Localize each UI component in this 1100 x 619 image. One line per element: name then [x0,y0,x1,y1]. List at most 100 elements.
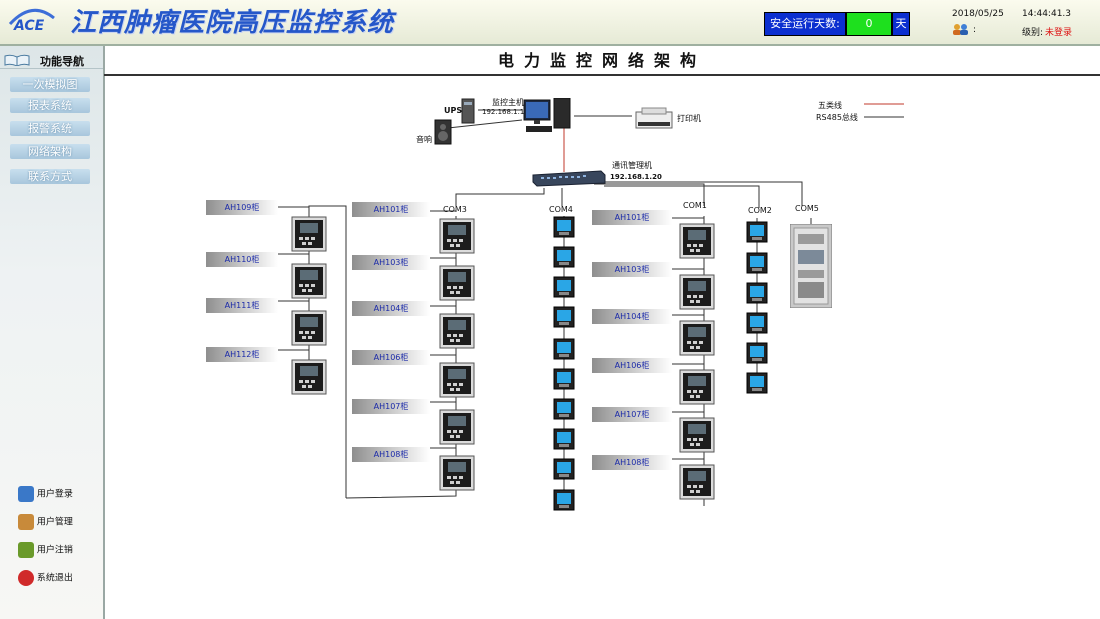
cabinet-label-c: AH107柜 [592,407,672,422]
multifunction-meter [553,489,575,511]
app-title: 江西肿瘤医院高压监控系统 [70,8,395,38]
multifunction-meter [746,342,768,364]
system-exit-label: 系统退出 [36,573,73,584]
cabinet-label-c: AH103柜 [592,262,672,277]
port-com2: COM2 [748,206,772,215]
power-meter [291,359,327,395]
speaker-link [447,119,523,129]
cabinet-label-c: AH104柜 [592,309,672,324]
power-meter [679,464,715,500]
system-exit-link[interactable]: 系统退出 [18,570,73,586]
sidebar-title: 功能导航 [40,55,84,68]
port-com5: COM5 [795,204,819,213]
sidebar-divider [0,68,103,69]
user-name-separator: : [973,25,977,35]
multifunction-meter [553,458,575,480]
safety-days-value: 0 [846,12,892,36]
multifunction-meter [746,312,768,334]
cabinet-icon [790,224,832,308]
user-manage-icon [18,514,34,530]
cabinet-label-b: AH106柜 [352,350,430,365]
cabinet-label-c: AH101柜 [592,210,672,225]
multifunction-meter [746,282,768,304]
user-logout-link[interactable]: 用户注销 [18,542,73,558]
user-login-icon [18,486,34,502]
multifunction-meter [553,368,575,390]
switch-ip: 192.168.1.20 [610,173,662,181]
comm-manager-icon [532,170,606,187]
speaker-label: 音响 [416,135,432,144]
multifunction-meter [553,276,575,298]
power-meter [439,265,475,301]
multifunction-meter [553,428,575,450]
multifunction-meter [746,252,768,274]
com2-bus [604,185,760,208]
multifunction-meter [553,398,575,420]
date-text: 2018/05/25 [952,9,1004,19]
level-label: 级别: [1022,28,1044,38]
printer-label: 打印机 [677,114,701,123]
user-login-link[interactable]: 用户登录 [18,486,73,502]
monitoring-host-icon [523,98,571,132]
port-com1: COM1 [683,201,707,210]
power-meter [439,455,475,491]
svg-text:ACE: ACE [13,18,45,34]
multifunction-meter [553,246,575,268]
nav-item-reports[interactable]: 报表系统 [10,98,90,113]
book-icon [4,54,30,66]
power-meter [679,320,715,356]
multifunction-meter [553,338,575,360]
nav-item-network[interactable]: 网络架构 [10,144,90,159]
nav-item-single-line-diagram[interactable]: 一次模拟图 [10,77,90,92]
cabinet-label-b: AH107柜 [352,399,430,414]
multifunction-meter [553,216,575,238]
power-meter [439,409,475,445]
level-value: 未登录 [1045,28,1073,38]
safety-days-label: 安全运行天数: [764,12,846,36]
user-manage-link[interactable]: 用户管理 [18,514,73,530]
power-meter [291,263,327,299]
key-icon [18,542,34,558]
host-label: 监控主机 [492,98,524,107]
users-icon [953,24,968,35]
printer-icon [635,107,673,129]
cabinet-label-b: AH108柜 [352,447,430,462]
power-meter [439,218,475,254]
cabinet-label-a: AH111柜 [206,298,278,313]
legend-rs485-label: RS485总线 [816,113,858,122]
port-com4: COM4 [549,205,573,214]
cabinet-label-c: AH108柜 [592,455,672,470]
sidebar: 功能导航 一次模拟图 报表系统 报警系统 网络架构 联系方式 用户登录 用户管理… [0,46,105,619]
cabinet-label-a: AH110柜 [206,252,278,267]
legend-cat5-label: 五类线 [818,101,842,110]
switch-label: 通讯管理机 [612,161,652,170]
network-diagram: UPS 音响 监控主机 192.168.1.10 打印机 通讯管理机 192.1… [104,76,1100,619]
power-meter [439,313,475,349]
nav-item-contact[interactable]: 联系方式 [10,169,90,184]
user-login-label: 用户登录 [36,489,73,500]
cabinet-label-b: AH103柜 [352,255,430,270]
page-title: 电力监控网络架构 [104,48,1100,76]
com3-bus [455,188,545,206]
power-meter [291,310,327,346]
power-icon [18,570,34,586]
ups-label: UPS [444,106,463,115]
cabinet-label-c: AH106柜 [592,358,672,373]
speaker-icon [434,119,452,145]
ace-logo: ACE [8,8,55,34]
power-meter [679,274,715,310]
ups-icon [461,98,475,124]
port-com3: COM3 [443,205,467,214]
power-meter [439,362,475,398]
nav-item-alarms[interactable]: 报警系统 [10,121,90,136]
power-meter [679,369,715,405]
multifunction-meter [746,372,768,394]
cabinet-label-a: AH112柜 [206,347,278,362]
user-logout-label: 用户注销 [36,545,73,556]
cabinet-label-b: AH101柜 [352,202,430,217]
multifunction-meter [746,221,768,243]
cabinet-label-a: AH109柜 [206,200,278,215]
cabinet-label-b: AH104柜 [352,301,430,316]
power-meter [679,417,715,453]
user-manage-label: 用户管理 [36,517,73,528]
